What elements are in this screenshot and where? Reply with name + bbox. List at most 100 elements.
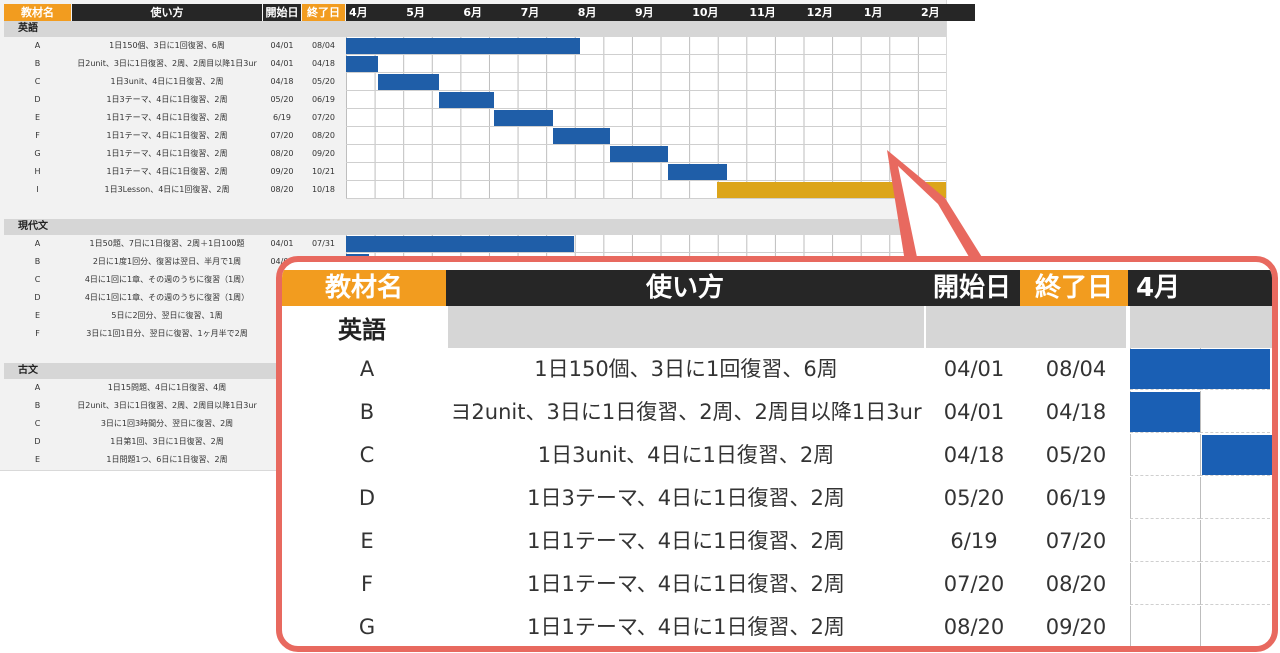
zoom-grid-cell [1130, 520, 1200, 562]
month-header-5: 9月 [632, 4, 690, 21]
usage-text: 1日問題1つ、6日に1日復習、2周 [106, 455, 228, 464]
zoom-gantt-bar [1130, 392, 1200, 432]
zoom-start-date: 6/19 [950, 529, 998, 553]
material-name: C [34, 275, 41, 284]
end-date: 07/31 [311, 239, 336, 248]
table-row: I 1日3Lesson、4日に1回復習、2周 08/20 10/18 [4, 181, 346, 199]
gantt-grid-row [346, 55, 946, 73]
zoom-end-date: 06/19 [1045, 486, 1107, 510]
month-header-2: 6月 [460, 4, 518, 21]
material-name: B [34, 401, 41, 410]
month-header-7: 11月 [746, 4, 804, 21]
usage-text: 1日1テーマ、4日に1日復習、2周 [106, 149, 228, 158]
end-date: 05/20 [311, 77, 336, 86]
start-date: 6/19 [273, 113, 291, 122]
zoom-grid-cell [1130, 563, 1200, 605]
header-start: 開始日 [263, 4, 301, 21]
zoom-usage-text: 1日1テーマ、4日に1日復習、2周 [527, 615, 845, 639]
zoom-end-date: 08/20 [1045, 572, 1107, 596]
month-header-0: 4月 [346, 4, 404, 21]
material-name: I [36, 185, 39, 194]
usage-text: 4日に1回に1章、その週のうちに復習（1周） [84, 293, 250, 302]
zoom-grid-cell [1200, 391, 1270, 433]
usage-text: 1日3Lesson、4日に1回復習、2周 [104, 185, 230, 194]
usage-text: 1日1テーマ、4日に1日復習、2周 [106, 131, 228, 140]
table-row: A 1日150個、3日に1回復習、6周 04/01 08/04 [4, 37, 346, 55]
gantt-bar [494, 110, 554, 126]
zoom-header-start: 開始日 [924, 270, 1020, 306]
material-name: E [34, 113, 41, 122]
material-name: A [34, 383, 41, 392]
zoom-material-name: F [360, 572, 374, 596]
gantt-grid-row [346, 109, 946, 127]
material-name: F [35, 131, 40, 140]
material-name: H [34, 167, 41, 176]
zoom-grid-cell [1130, 606, 1200, 646]
table-row: E 1日1テーマ、4日に1日復習、2周 6/19 07/20 [4, 109, 346, 127]
zoom-usage-text: ヨ2unit、3日に1日復習、2周、2周目以降1日3ur [450, 400, 922, 424]
zoom-section-band-grid [1130, 306, 1272, 348]
header-material: 教材名 [4, 4, 71, 21]
month-header-1: 5月 [403, 4, 461, 21]
material-name: F [35, 329, 40, 338]
table-row: B 日2unit、3日に1日復習、2周、2周目以降1日3ur 04/01 04/18 [4, 55, 346, 73]
zoom-material-name: G [358, 615, 376, 639]
zoom-header-month: 4月 [1128, 270, 1272, 306]
month-header-8: 12月 [803, 4, 861, 21]
zoom-material-name: D [358, 486, 376, 510]
end-date: 07/20 [311, 113, 336, 122]
table-row: C 1日3unit、4日に1日復習、2周 04/18 05/20 [4, 73, 346, 91]
end-date: 10/21 [311, 167, 336, 176]
zoom-gantt-bar [1130, 349, 1270, 389]
start-date: 04/01 [270, 59, 294, 68]
zoom-section-band [448, 306, 924, 348]
zoom-usage-text: 1日1テーマ、4日に1日復習、2周 [527, 572, 845, 596]
gantt-bar [553, 128, 611, 144]
zoom-section-band-dates [926, 306, 1126, 348]
section-title: 現代文 [18, 221, 48, 232]
gantt-bar [717, 182, 946, 198]
zoom-usage-text: 1日3テーマ、4日に1日復習、2周 [527, 486, 845, 510]
zoom-grid-cell [1200, 563, 1270, 605]
zoom-grid-cell [1200, 477, 1270, 519]
start-date: 05/20 [270, 95, 294, 104]
gantt-bar [610, 146, 668, 162]
usage-text: 1日1テーマ、4日に1日復習、2周 [106, 167, 228, 176]
material-name: E [34, 455, 41, 464]
material-name: E [34, 311, 41, 320]
table-row: F 1日1テーマ、4日に1日復習、2周 07/20 08/20 [4, 127, 346, 145]
material-name: B [34, 59, 41, 68]
zoom-end-date: 05/20 [1045, 443, 1107, 467]
start-date: 09/20 [270, 167, 294, 176]
zoom-start-date: 04/18 [943, 443, 1005, 467]
start-date: 07/20 [270, 131, 294, 140]
zoom-header-end: 終了日 [1020, 270, 1128, 306]
zoom-start-date: 07/20 [943, 572, 1005, 596]
end-date: 06/19 [311, 95, 336, 104]
header-usage: 使い方 [72, 4, 262, 21]
zoom-material-name: A [359, 357, 375, 381]
usage-text: 3日に1回3時間分、翌日に復習、2周 [100, 419, 234, 428]
zoom-end-date: 07/20 [1045, 529, 1107, 553]
gantt-bar [667, 164, 727, 180]
material-name: D [34, 95, 41, 104]
end-date: 09/20 [311, 149, 336, 158]
month-header-3: 7月 [517, 4, 575, 21]
zoom-usage-text: 1日1テーマ、4日に1日復習、2周 [527, 529, 845, 553]
zoom-usage-text: 1日150個、3日に1回復習、6周 [534, 357, 838, 381]
gantt-bar [346, 236, 574, 252]
start-date: 08/20 [270, 185, 294, 194]
zoom-end-date: 09/20 [1045, 615, 1107, 639]
zoom-start-date: 04/01 [943, 357, 1005, 381]
usage-text: 1日150個、3日に1回復習、6周 [109, 41, 225, 50]
gantt-bar [438, 92, 495, 108]
month-header-10: 2月 [918, 4, 976, 21]
end-date: 08/04 [311, 41, 336, 50]
gantt-bar [377, 74, 439, 90]
zoom-header-usage: 使い方 [446, 270, 924, 306]
usage-text: 5日に2回分、翌日に復習、1周 [111, 311, 223, 320]
table-row: H 1日1テーマ、4日に1日復習、2周 09/20 10/21 [4, 163, 346, 181]
usage-text: 1日1テーマ、4日に1日復習、2周 [106, 113, 228, 122]
table-row: D 1日3テーマ、4日に1日復習、2周 05/20 06/19 [4, 91, 346, 109]
zoom-usage-text: 1日3unit、4日に1日復習、2周 [537, 443, 835, 467]
